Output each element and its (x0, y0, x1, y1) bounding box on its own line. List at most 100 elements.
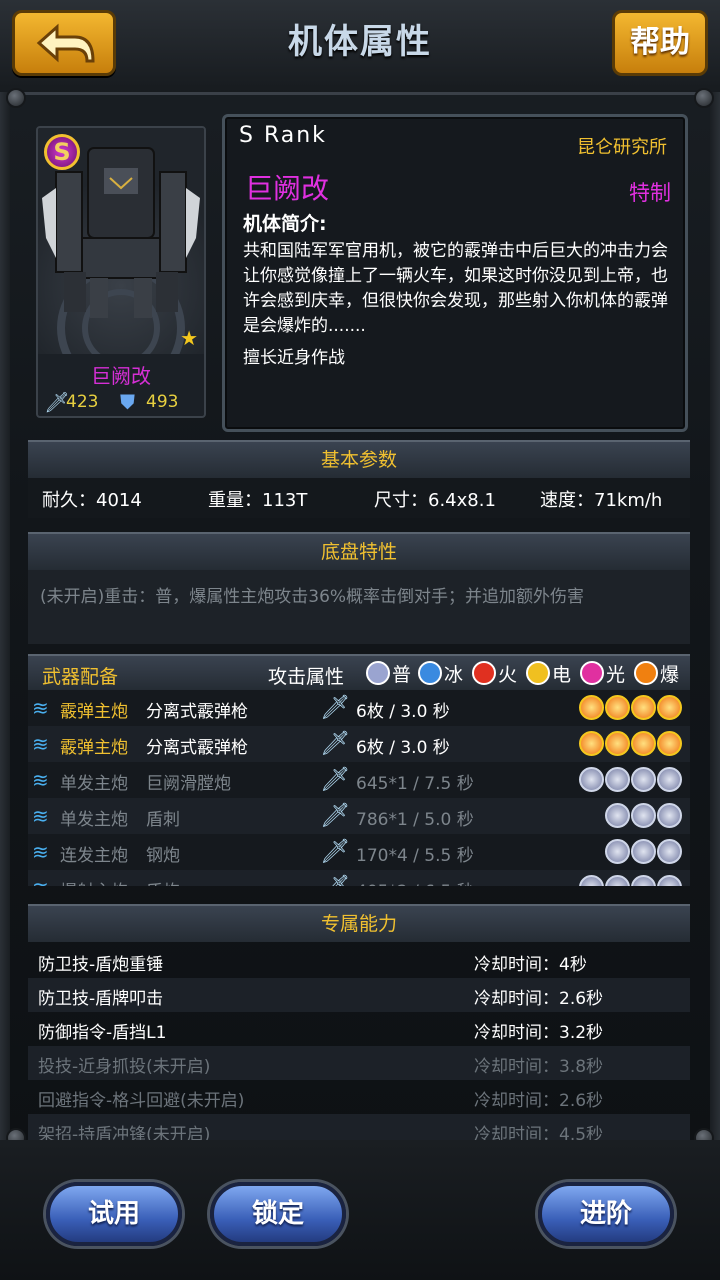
ammo-icon: 🗡 (320, 693, 351, 721)
burst-element-icon (605, 695, 630, 720)
help-button[interactable]: 帮助 (612, 10, 708, 76)
weapon-name: 分离式霰弹枪 (146, 702, 248, 722)
weapon-row[interactable]: ≋ 霰弹主炮 分离式霰弹枪 🗡 6枚 / 3.0 秒 (28, 726, 690, 762)
normal-element-icon (657, 767, 682, 792)
basic-params-header: 基本参数 (28, 440, 690, 478)
normal-element-icon (631, 839, 656, 864)
weapon-row[interactable]: ≋ 爆射主炮 盾炮 🗡 405*2 / 6.5 秒 (28, 870, 690, 886)
ability-row[interactable]: 防御指令-盾挡L1 冷却时间：3.2秒 (28, 1012, 690, 1046)
normal-element-icon (631, 875, 656, 886)
weapon-stat: 786*1 / 5.0 秒 (356, 810, 474, 830)
durability-stat: 耐久：4014 (42, 490, 142, 511)
right-frame-rail (710, 92, 720, 1140)
weapon-name: 盾炮 (146, 877, 180, 886)
weapon-element-orbs (579, 767, 682, 792)
chassis-header: 底盘特性 (28, 532, 690, 570)
ability-name: 防卫技-盾炮重锤 (38, 955, 164, 975)
normal-element-icon (657, 839, 682, 864)
weapons-title: 武器配备 (42, 666, 119, 688)
defense-value: 493 (146, 392, 179, 412)
weapon-row[interactable]: ≋ 单发主炮 盾刺 🗡 786*1 / 5.0 秒 (28, 798, 690, 834)
ability-row[interactable]: 架招-持盾冲锋(未开启) 冷却时间：4.5秒 (28, 1114, 690, 1140)
normal-element-icon (631, 767, 656, 792)
element-orb-icon (634, 661, 658, 685)
ability-name: 防御指令-盾挡L1 (38, 1023, 167, 1043)
rivet-decoration (6, 88, 26, 108)
weapon-stat: 6枚 / 3.0 秒 (356, 702, 450, 722)
weapon-element-orbs (579, 695, 682, 720)
ammo-icon: 🗡 (320, 873, 350, 886)
basic-params-row: 耐久：4014 重量：113T 尺寸：6.4x8.1 速度：71km/h (28, 478, 690, 518)
normal-element-icon (605, 767, 630, 792)
weapon-element-orbs (579, 731, 682, 756)
attack-value: 423 (66, 392, 99, 412)
size-stat: 尺寸：6.4x8.1 (374, 490, 496, 511)
element-1: 冰 (418, 658, 463, 688)
weapon-row[interactable]: ≋ 霰弹主炮 分离式霰弹枪 🗡 6枚 / 3.0 秒 (28, 690, 690, 726)
weapon-type-icon: ≋ (32, 804, 49, 828)
burst-element-icon (657, 731, 682, 756)
weapon-type: 连发主炮 (60, 846, 128, 866)
star-icon: ★ (180, 326, 198, 350)
ability-name: 防卫技-盾牌叩击 (38, 989, 164, 1009)
element-label: 爆 (660, 663, 680, 686)
mech-info-panel: S Rank 昆仑研究所 巨阙改 特制 机体简介: 共和国陆军军官用机，被它的霰… (222, 114, 688, 432)
element-label: 火 (498, 663, 518, 686)
weapon-type-icon: ≋ (32, 876, 49, 886)
weapon-name: 盾刺 (146, 810, 180, 830)
normal-element-icon (579, 767, 604, 792)
normal-element-icon (605, 839, 630, 864)
ability-cooldown: 冷却时间：3.2秒 (474, 1023, 604, 1043)
abilities-list[interactable]: 防卫技-盾炮重锤 冷却时间：4秒 防卫技-盾牌叩击 冷却时间：2.6秒 防御指令-盾挡L… (28, 944, 690, 1140)
burst-element-icon (605, 731, 630, 756)
weight-stat: 重量：113T (208, 490, 308, 511)
ability-row[interactable]: 投技-近身抓投(未开启) 冷却时间：3.8秒 (28, 1046, 690, 1080)
mech-description: 共和国陆军军官用机，被它的霰弹击中后巨大的冲击力会让你感觉像撞上了一辆火车，如果… (243, 241, 668, 336)
burst-element-icon (579, 731, 604, 756)
intro-label: 机体简介: (243, 213, 327, 235)
weapon-name: 巨阙滑膛炮 (146, 774, 231, 794)
ability-row[interactable]: 防卫技-盾牌叩击 冷却时间：2.6秒 (28, 978, 690, 1012)
weapon-row[interactable]: ≋ 连发主炮 钢炮 🗡 170*4 / 5.5 秒 (28, 834, 690, 870)
normal-element-icon (657, 875, 682, 886)
weapon-element-orbs (605, 839, 682, 864)
weapon-type: 爆射主炮 (60, 877, 128, 886)
lock-button[interactable]: 锁定 (210, 1182, 346, 1246)
weapon-type-icon: ≋ (32, 696, 49, 720)
ability-name: 架招-持盾冲锋(未开启) (38, 1125, 211, 1140)
element-label: 电 (552, 663, 572, 686)
speed-stat: 速度：71km/h (540, 490, 663, 511)
mech-name: 巨阙改 (245, 172, 330, 205)
burst-element-icon (579, 695, 604, 720)
ammo-icon: 🗡 (320, 729, 351, 757)
weapon-stat: 170*4 / 5.5 秒 (356, 846, 474, 866)
normal-element-icon (631, 803, 656, 828)
rank-badge-icon: S (44, 134, 80, 170)
attack-attr-label: 攻击属性 (268, 666, 345, 688)
normal-element-icon (657, 803, 682, 828)
weapon-row[interactable]: ≋ 单发主炮 巨阙滑膛炮 🗡 645*1 / 7.5 秒 (28, 762, 690, 798)
ability-name: 投技-近身抓投(未开启) (38, 1057, 211, 1077)
ability-row[interactable]: 防卫技-盾炮重锤 冷却时间：4秒 (28, 944, 690, 978)
ability-cooldown: 冷却时间：2.6秒 (474, 1091, 604, 1111)
weapon-element-orbs (605, 803, 682, 828)
trial-button[interactable]: 试用 (46, 1182, 182, 1246)
chassis-trait: (未开启)重击：普，爆属性主炮攻击36%概率击倒对手；并追加额外伤害 (28, 570, 690, 644)
manufacturer: 昆仑研究所 (577, 137, 667, 158)
normal-element-icon (579, 875, 604, 886)
weapon-stat: 6枚 / 3.0 秒 (356, 738, 450, 758)
upgrade-button[interactable]: 进阶 (538, 1182, 674, 1246)
ability-cooldown: 冷却时间：2.6秒 (474, 989, 604, 1009)
weapon-type: 单发主炮 (60, 774, 128, 794)
element-3: 电 (526, 658, 571, 688)
ability-cooldown: 冷却时间：3.8秒 (474, 1057, 604, 1077)
weapon-stat: 645*1 / 7.5 秒 (356, 774, 474, 794)
card-stats: 🗡 423 ⛊ 493 (38, 388, 204, 416)
abilities-header: 专属能力 (28, 904, 690, 942)
ability-row[interactable]: 回避指令-格斗回避(未开启) 冷却时间：2.6秒 (28, 1080, 690, 1114)
mech-portrait-card[interactable]: S ★ 巨阙改 🗡 423 ⛊ 493 (36, 126, 206, 418)
ammo-icon: 🗡 (320, 801, 351, 829)
element-label: 光 (606, 663, 626, 686)
weapon-type-icon: ≋ (32, 768, 49, 792)
weapons-panel[interactable]: 武器配备 攻击属性 普冰火电光爆 ≋ 霰弹主炮 分离式霰弹枪 🗡 6枚 / 3.0 秒 ≋… (28, 654, 690, 886)
